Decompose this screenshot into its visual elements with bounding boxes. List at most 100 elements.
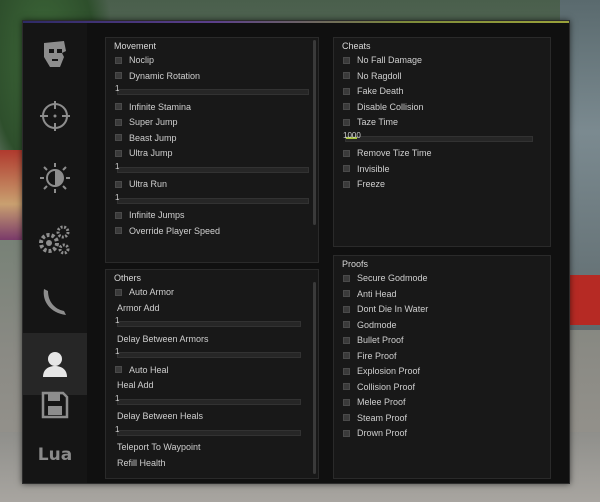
checkbox-row[interactable]: No Fall Damage: [343, 53, 422, 67]
checkbox[interactable]: [115, 134, 122, 141]
value-slider[interactable]: 1: [115, 425, 301, 439]
mod-menu-window: Lua Movement Noclip Dynamic Rotation 1 Infi…: [22, 20, 570, 484]
checkbox[interactable]: [343, 165, 350, 172]
checkbox[interactable]: [343, 72, 350, 79]
checkbox-row[interactable]: Infinite Jumps: [115, 208, 185, 222]
checkbox-row[interactable]: Steam Proof: [343, 411, 407, 425]
checkbox-row[interactable]: No Ragdoll: [343, 69, 402, 83]
checkbox[interactable]: [115, 366, 122, 373]
checkbox-row[interactable]: Drown Proof: [343, 426, 407, 440]
panel-title: Proofs: [342, 259, 369, 269]
slider-value: 1: [115, 393, 120, 403]
value-slider[interactable]: 1000: [343, 131, 533, 145]
checkbox-row[interactable]: Taze Time: [343, 115, 398, 129]
checkbox[interactable]: [343, 352, 350, 359]
option-label: Steam Proof: [357, 412, 408, 423]
checkbox[interactable]: [343, 398, 350, 406]
checkbox-row[interactable]: Anti Head: [343, 287, 397, 301]
option-row[interactable]: Delay Between Heals: [117, 409, 203, 423]
option-row[interactable]: Armor Add: [117, 301, 160, 315]
checkbox[interactable]: [343, 180, 350, 188]
panel-proofs: Proofs Secure Godmode Anti Head Dont Die I…: [333, 255, 551, 479]
sidebar-item-visuals[interactable]: [23, 147, 87, 209]
checkbox[interactable]: [343, 429, 350, 437]
checkbox[interactable]: [115, 103, 122, 110]
checkbox-row[interactable]: Fake Death: [343, 84, 404, 98]
checkbox-row[interactable]: Noclip: [115, 53, 154, 67]
checkbox[interactable]: [115, 149, 122, 157]
checkbox[interactable]: [115, 56, 122, 64]
checkbox-row[interactable]: Infinite Stamina: [115, 100, 191, 114]
checkbox-row[interactable]: Auto Heal: [115, 363, 169, 377]
sidebar-item-melee[interactable]: [23, 271, 87, 333]
option-row[interactable]: Delay Between Armors: [117, 332, 209, 346]
checkbox-row[interactable]: Ultra Jump: [115, 146, 173, 160]
slider-track: [117, 197, 309, 204]
checkbox[interactable]: [343, 118, 350, 126]
lua-icon: Lua: [37, 445, 73, 465]
checkbox[interactable]: [343, 149, 350, 157]
checkbox-row[interactable]: Explosion Proof: [343, 364, 420, 378]
checkbox[interactable]: [343, 367, 350, 375]
option-row[interactable]: Teleport To Waypoint: [117, 440, 201, 454]
sidebar-item-config[interactable]: [23, 375, 87, 435]
checkbox[interactable]: [343, 414, 350, 421]
checkbox-row[interactable]: Ultra Run: [115, 177, 167, 191]
checkbox-row[interactable]: Freeze: [343, 177, 385, 191]
value-slider[interactable]: 1: [115, 84, 309, 98]
value-slider[interactable]: 1: [115, 316, 301, 330]
value-slider[interactable]: 1: [115, 162, 309, 176]
checkbox[interactable]: [115, 227, 122, 234]
value-slider[interactable]: 1: [115, 193, 309, 207]
option-label: Bullet Proof: [357, 335, 404, 345]
gears-icon: [39, 225, 70, 255]
checkbox[interactable]: [115, 118, 122, 126]
option-row[interactable]: Heal Add: [117, 378, 154, 392]
checkbox-row[interactable]: Melee Proof: [343, 395, 406, 409]
checkbox-row[interactable]: Disable Collision: [343, 100, 424, 114]
checkbox[interactable]: [343, 290, 350, 297]
option-label: Armor Add: [117, 302, 160, 313]
slider-value: 1000: [343, 130, 361, 140]
checkbox[interactable]: [343, 321, 350, 328]
checkbox[interactable]: [343, 383, 350, 390]
checkbox-row[interactable]: Secure Godmode: [343, 271, 428, 285]
panel-title: Others: [114, 273, 142, 283]
checkbox[interactable]: [115, 72, 122, 79]
checkbox-row[interactable]: Override Player Speed: [115, 224, 220, 238]
checkbox-row[interactable]: Dynamic Rotation: [115, 69, 200, 83]
knife-icon: [43, 289, 66, 315]
checkbox-row[interactable]: Auto Armor: [115, 285, 174, 299]
checkbox-row[interactable]: Collision Proof: [343, 380, 415, 394]
sidebar-item-ghost[interactable]: [23, 23, 87, 85]
scrollbar[interactable]: [313, 40, 316, 225]
checkbox[interactable]: [115, 288, 122, 296]
checkbox[interactable]: [343, 56, 350, 64]
checkbox[interactable]: [343, 103, 350, 110]
checkbox[interactable]: [115, 180, 122, 188]
sidebar-item-settings[interactable]: [23, 209, 87, 271]
checkbox-row[interactable]: Super Jump: [115, 115, 178, 129]
option-label: Disable Collision: [357, 101, 424, 112]
value-slider[interactable]: 1: [115, 347, 301, 361]
value-slider[interactable]: 1: [115, 394, 301, 408]
sidebar-item-weapons[interactable]: [23, 85, 87, 147]
checkbox[interactable]: [343, 305, 350, 313]
checkbox-row[interactable]: Bullet Proof: [343, 333, 404, 347]
checkbox[interactable]: [343, 336, 350, 344]
checkbox-row[interactable]: Invisible: [343, 162, 390, 176]
scrollbar[interactable]: [313, 282, 316, 474]
sidebar-item-lua[interactable]: Lua: [23, 427, 87, 483]
checkbox-row[interactable]: Remove Tize Time: [343, 146, 432, 160]
option-row[interactable]: Refill Health: [117, 456, 166, 470]
option-label: Fake Death: [357, 86, 404, 96]
checkbox[interactable]: [343, 274, 350, 282]
checkbox[interactable]: [343, 87, 350, 95]
checkbox-row[interactable]: Fire Proof: [343, 349, 397, 363]
checkbox[interactable]: [115, 211, 122, 219]
checkbox-row[interactable]: Dont Die In Water: [343, 302, 428, 316]
checkbox-row[interactable]: Beast Jump: [115, 131, 177, 145]
checkbox-row[interactable]: Godmode: [343, 318, 397, 332]
option-label: Melee Proof: [357, 397, 406, 407]
option-label: Teleport To Waypoint: [117, 442, 201, 452]
